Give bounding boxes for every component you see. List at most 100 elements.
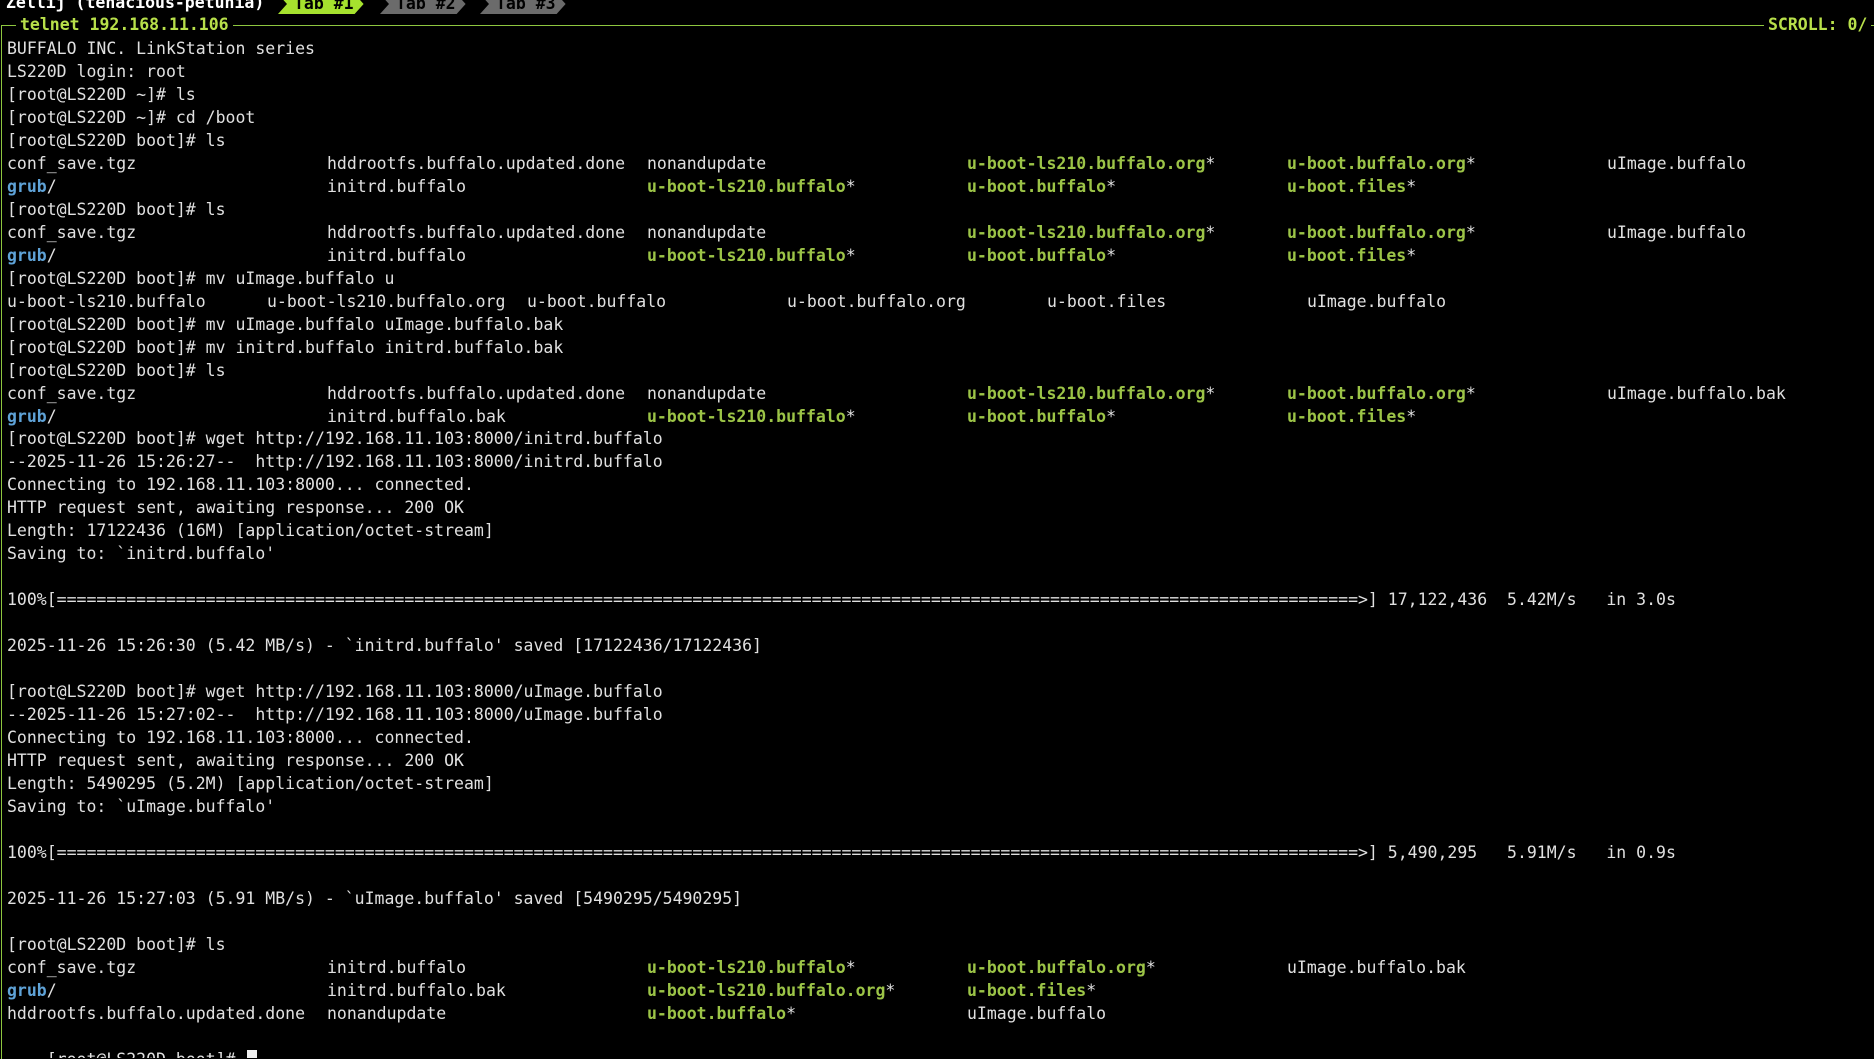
ls-output-row: grub/ initrd.buffalo u-boot-ls210.buffal… xyxy=(7,176,1873,199)
directory-entry: grub/ xyxy=(7,245,57,265)
executable-entry: u-boot.buffalo* xyxy=(967,245,1117,265)
tab-3[interactable]: Tab #3 xyxy=(480,0,566,14)
progress-bar-line: 100%[===================================… xyxy=(7,590,1676,610)
ls-output-row: grub/ initrd.buffalo u-boot-ls210.buffal… xyxy=(7,245,1873,268)
file-entry: nonandupdate xyxy=(647,153,767,173)
file-entry: initrd.buffalo xyxy=(327,245,467,265)
terminal-line: [root@LS220D boot]# ls xyxy=(7,199,226,219)
file-entry: conf_save.tgz xyxy=(7,153,137,173)
text-cursor[interactable] xyxy=(247,1050,258,1058)
file-entry: initrd.buffalo xyxy=(327,957,467,977)
ls-output-row: conf_save.tgz hddrootfs.buffalo.updated.… xyxy=(7,383,1873,406)
terminal-line: [root@LS220D boot]# mv initrd.buffalo in… xyxy=(7,337,564,357)
session-name: Zellij (tenacious-petunia) xyxy=(6,0,265,12)
completion-entry: u-boot.buffalo.org xyxy=(787,291,966,311)
executable-entry: u-boot-ls210.buffalo* xyxy=(647,176,856,196)
ls-output-row: conf_save.tgz initrd.buffalo u-boot-ls21… xyxy=(7,957,1873,980)
terminal-line: 2025-11-26 15:26:30 (5.42 MB/s) - `initr… xyxy=(7,636,762,656)
terminal-line: [root@LS220D boot]# ls xyxy=(7,360,226,380)
pane-title: telnet 192.168.11.106 xyxy=(16,16,233,34)
executable-entry: u-boot-ls210.buffalo.org* xyxy=(647,980,896,1000)
terminal-line: Length: 5490295 (5.2M) [application/octe… xyxy=(7,774,494,793)
shell-prompt: [root@LS220D boot]# xyxy=(47,1050,246,1058)
executable-entry: u-boot.buffalo* xyxy=(647,1003,797,1023)
executable-entry: u-boot.buffalo* xyxy=(967,406,1117,426)
terminal-line: Connecting to 192.168.11.103:8000... con… xyxy=(7,728,474,748)
executable-entry: u-boot-ls210.buffalo* xyxy=(647,245,856,265)
file-entry: nonandupdate xyxy=(647,383,767,403)
executable-entry: u-boot.buffalo.org* xyxy=(1287,383,1476,403)
ls-output-row: conf_save.tgz hddrootfs.buffalo.updated.… xyxy=(7,153,1873,176)
terminal-line: BUFFALO INC. LinkStation series xyxy=(7,39,315,58)
completion-entry: u-boot.files xyxy=(1047,291,1167,311)
terminal-line: Saving to: `initrd.buffalo' xyxy=(7,544,276,564)
executable-entry: u-boot.buffalo.org* xyxy=(967,957,1156,977)
executable-entry: u-boot-ls210.buffalo* xyxy=(647,957,856,977)
tab-bar: Zellij (tenacious-petunia) Tab #1 Tab #2… xyxy=(0,0,1874,14)
completion-entry: u-boot-ls210.buffalo xyxy=(7,291,206,311)
executable-entry: u-boot.files* xyxy=(1287,176,1417,196)
file-entry: hddrootfs.buffalo.updated.done xyxy=(327,153,626,173)
directory-entry: grub/ xyxy=(7,176,57,196)
executable-entry: u-boot-ls210.buffalo.org* xyxy=(967,383,1216,403)
ls-output-row: grub/ initrd.buffalo.bak u-boot-ls210.bu… xyxy=(7,980,1873,1003)
terminal-line: 2025-11-26 15:27:03 (5.91 MB/s) - `uImag… xyxy=(7,888,743,908)
executable-entry: u-boot.buffalo* xyxy=(967,176,1117,196)
terminal-output[interactable]: BUFFALO INC. LinkStation series LS220D l… xyxy=(7,38,1873,1058)
terminal-line: HTTP request sent, awaiting response... … xyxy=(7,751,464,771)
completion-entry: uImage.buffalo xyxy=(1307,291,1447,311)
file-entry: hddrootfs.buffalo.updated.done xyxy=(327,222,626,242)
file-entry: nonandupdate xyxy=(647,222,767,242)
terminal-line: [root@LS220D boot]# mv uImage.buffalo u xyxy=(7,268,395,288)
terminal-line: [root@LS220D boot]# ls xyxy=(7,130,226,150)
executable-entry: u-boot.files* xyxy=(967,980,1097,1000)
terminal-line: [root@LS220D boot]# wget http://192.168.… xyxy=(7,429,663,449)
file-entry: uImage.buffalo.bak xyxy=(1607,383,1786,403)
file-entry: initrd.buffalo xyxy=(327,176,467,196)
executable-entry: u-boot.buffalo.org* xyxy=(1287,222,1476,242)
terminal-line: [root@LS220D ~]# cd /boot xyxy=(7,107,256,127)
executable-entry: u-boot.buffalo.org* xyxy=(1287,153,1476,173)
executable-entry: u-boot-ls210.buffalo* xyxy=(647,406,856,426)
progress-bar-line: 100%[===================================… xyxy=(7,842,1676,862)
file-entry: conf_save.tgz xyxy=(7,957,137,977)
directory-entry: grub/ xyxy=(7,406,57,426)
terminal-line: Saving to: `uImage.buffalo' xyxy=(7,796,276,816)
terminal-line: [root@LS220D ~]# ls xyxy=(7,84,196,104)
terminal-line: --2025-11-26 15:26:27-- http://192.168.1… xyxy=(7,452,663,472)
scroll-indicator: SCROLL: 0/ xyxy=(1764,16,1872,34)
terminal-line: LS220D login: root xyxy=(7,61,186,81)
directory-entry: grub/ xyxy=(7,980,57,1000)
completion-row: u-boot-ls210.buffalo u-boot-ls210.buffal… xyxy=(7,291,1873,314)
completion-entry: u-boot.buffalo xyxy=(527,291,667,311)
file-entry: uImage.buffalo xyxy=(1607,222,1747,242)
file-entry: conf_save.tgz xyxy=(7,383,137,403)
pane-border xyxy=(2,25,1874,26)
file-entry: nonandupdate xyxy=(327,1003,447,1023)
file-entry: uImage.buffalo xyxy=(1607,153,1747,173)
terminal-line: [root@LS220D boot]# wget http://192.168.… xyxy=(7,682,663,702)
executable-entry: u-boot.files* xyxy=(1287,406,1417,426)
tab-1[interactable]: Tab #1 xyxy=(278,0,364,14)
tab-2[interactable]: Tab #2 xyxy=(380,0,466,14)
terminal-line: [root@LS220D boot]# mv uImage.buffalo uI… xyxy=(7,314,564,334)
ls-output-row: conf_save.tgz hddrootfs.buffalo.updated.… xyxy=(7,222,1873,245)
file-entry: hddrootfs.buffalo.updated.done xyxy=(327,383,626,403)
file-entry: hddrootfs.buffalo.updated.done xyxy=(7,1003,306,1023)
terminal-line: --2025-11-26 15:27:02-- http://192.168.1… xyxy=(7,705,663,725)
terminal-line: Connecting to 192.168.11.103:8000... con… xyxy=(7,475,474,495)
prompt-line[interactable]: [root@LS220D boot]# xyxy=(7,1026,1873,1058)
executable-entry: u-boot-ls210.buffalo.org* xyxy=(967,153,1216,173)
file-entry: uImage.buffalo.bak xyxy=(1287,957,1466,977)
ls-output-row: hddrootfs.buffalo.updated.done nonandupd… xyxy=(7,1003,1873,1026)
ls-output-row: grub/ initrd.buffalo.bak u-boot-ls210.bu… xyxy=(7,406,1873,429)
file-entry: uImage.buffalo xyxy=(967,1003,1107,1023)
file-entry: initrd.buffalo.bak xyxy=(327,406,506,426)
terminal-line: Length: 17122436 (16M) [application/octe… xyxy=(7,521,494,541)
file-entry: conf_save.tgz xyxy=(7,222,137,242)
